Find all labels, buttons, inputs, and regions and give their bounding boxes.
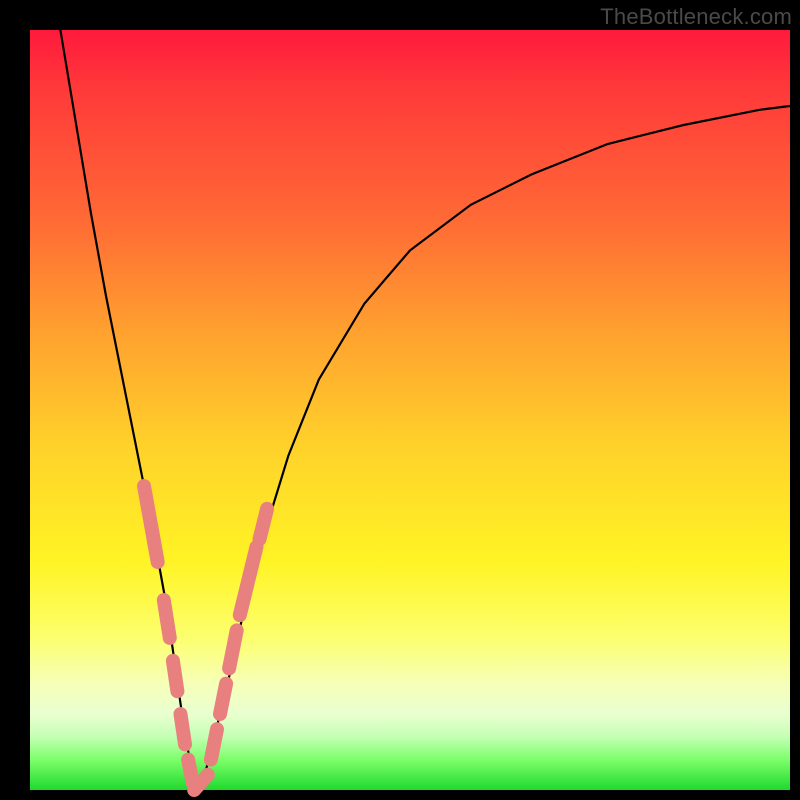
sample-marker [240, 547, 257, 615]
curve-layer [30, 30, 790, 790]
sample-marker [164, 600, 170, 638]
watermark-text: TheBottleneck.com [600, 4, 792, 30]
chart-frame: TheBottleneck.com [0, 0, 800, 800]
plot-area [30, 30, 790, 790]
sample-marker [220, 684, 226, 714]
sample-marker [181, 714, 186, 744]
sample-marker [188, 760, 193, 783]
sample-marker [144, 486, 158, 562]
sample-marker [229, 630, 237, 668]
sample-marker [173, 661, 178, 691]
sample-marker [211, 729, 217, 759]
sample-marker [260, 509, 268, 539]
